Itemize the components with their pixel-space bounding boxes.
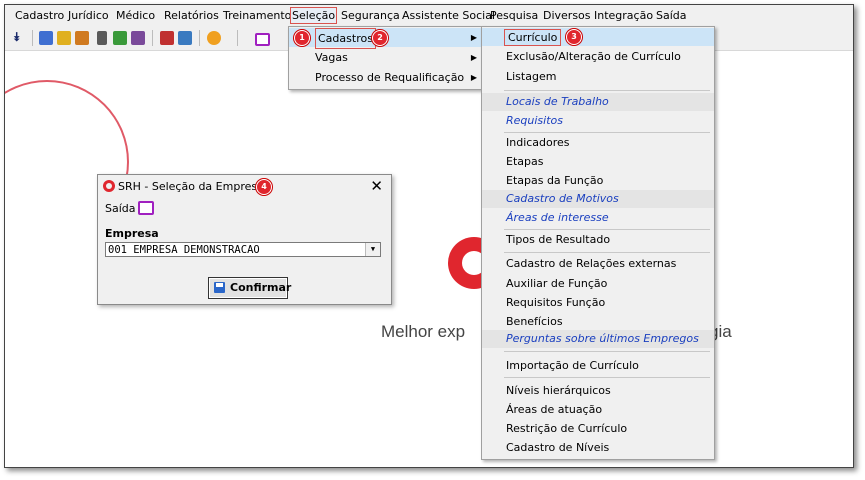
empresa-select-value: 001 EMPRESA DEMONSTRACAO: [108, 244, 260, 256]
menu-diversos[interactable]: Diversos: [543, 8, 591, 23]
menu-assistente-social[interactable]: Assistente Social: [402, 8, 495, 23]
menu-medico[interactable]: Médico: [116, 8, 155, 23]
menu-item-label: Cadastros: [315, 28, 376, 49]
menu-integracao[interactable]: Integração: [594, 8, 653, 23]
menu-item-etapas-funcao[interactable]: Etapas da Função: [482, 172, 714, 190]
people-search-icon[interactable]: [39, 31, 53, 45]
transport-icon[interactable]: [160, 31, 174, 45]
menu-relatorios[interactable]: Relatórios: [164, 8, 219, 23]
menu-item-restricao-curriculo[interactable]: Restrição de Currículo: [482, 420, 714, 438]
confirm-button[interactable]: Confirmar: [208, 277, 292, 299]
menu-separator: [504, 229, 710, 230]
menu-item-cadastro-niveis[interactable]: Cadastro de Níveis: [482, 439, 714, 457]
menu-item-auxiliar-funcao[interactable]: Auxiliar de Função: [482, 275, 714, 293]
menu-item-curriculo[interactable]: Currículo: [482, 28, 714, 46]
menu-item-importacao-curriculo[interactable]: Importação de Currículo: [482, 357, 714, 375]
submenu-arrow-icon: ▶: [470, 33, 477, 42]
toolbar-separator: [237, 30, 238, 46]
chevron-down-icon[interactable]: ▼: [365, 243, 380, 256]
toolbar-separator: [152, 30, 153, 46]
saida-link[interactable]: Saída: [105, 202, 136, 215]
background-tagline-left: Melhor exp: [381, 322, 466, 341]
submenu-arrow-icon: ▶: [470, 53, 477, 62]
menu-separator: [504, 90, 710, 91]
document-icon[interactable]: [75, 31, 89, 45]
menu-item-areas-atuacao[interactable]: Áreas de atuação: [482, 401, 714, 419]
menu-separator: [504, 351, 710, 352]
menu-cadastro[interactable]: Cadastro: [15, 8, 64, 23]
chart-icon[interactable]: [113, 31, 127, 45]
menu-bar: Cadastro Jurídico Médico Relatórios Trei…: [5, 5, 853, 26]
organization-icon[interactable]: [178, 31, 192, 45]
calculator-icon[interactable]: [97, 31, 107, 45]
menu-item-exclusao-alteracao-curriculo[interactable]: Exclusão/Alteração de Currículo: [482, 48, 714, 66]
menu-item-label: Vagas: [315, 51, 348, 64]
menu-item-etapas[interactable]: Etapas: [482, 153, 714, 171]
menu-item-requisitos[interactable]: Requisitos: [482, 112, 714, 130]
toolbar-separator: [32, 30, 33, 46]
empresa-label: Empresa: [105, 227, 159, 240]
step-badge: 2: [372, 30, 388, 46]
app-logo-icon: [103, 180, 115, 192]
menu-separator: [504, 377, 710, 378]
selecao-dropdown-menu: Cadastros ▶ Vagas ▶ Processo de Requalif…: [288, 26, 484, 90]
menu-treinamento[interactable]: Treinamento: [223, 8, 291, 23]
menu-item-beneficios[interactable]: Benefícios: [482, 313, 714, 331]
menu-item-perguntas-ultimos-empregos[interactable]: Perguntas sobre últimos Empregos: [482, 330, 714, 348]
submenu-arrow-icon: ▶: [470, 73, 477, 82]
close-icon[interactable]: ✕: [370, 177, 383, 195]
collapse-arrow-icon[interactable]: ⯯: [13, 31, 27, 45]
menu-pesquisa[interactable]: Pesquisa: [490, 8, 538, 23]
menu-item-processo-requalificacao[interactable]: Processo de Requalificação ▶: [289, 68, 483, 87]
dialog-title: SRH - Seleção da Empresa: [118, 180, 264, 193]
step-badge: 1: [294, 30, 310, 46]
menu-separator: [504, 132, 710, 133]
menu-item-listagem[interactable]: Listagem: [482, 68, 714, 86]
step-badge: 3: [566, 29, 582, 45]
step-badge: 4: [256, 179, 272, 195]
company-selection-dialog: SRH - Seleção da Empresa 4 ✕ Saída Empre…: [97, 174, 392, 305]
menu-item-indicadores[interactable]: Indicadores: [482, 134, 714, 152]
menu-item-cadastro-motivos[interactable]: Cadastro de Motivos: [482, 190, 714, 208]
toolbar-separator: [199, 30, 200, 46]
empresa-select[interactable]: 001 EMPRESA DEMONSTRACAO ▼: [105, 242, 381, 257]
menu-juridico[interactable]: Jurídico: [68, 8, 109, 23]
menu-item-relacoes-externas[interactable]: Cadastro de Relações externas: [482, 255, 714, 273]
confirm-label: Confirmar: [230, 281, 292, 294]
exit-screen-icon[interactable]: [138, 201, 154, 215]
exit-screen-icon[interactable]: [255, 33, 270, 46]
menu-seguranca[interactable]: Segurança: [341, 8, 400, 23]
menu-item-label: Processo de Requalificação: [315, 71, 465, 84]
menu-item-locais-trabalho[interactable]: Locais de Trabalho: [482, 93, 714, 111]
menu-item-requisitos-funcao[interactable]: Requisitos Função: [482, 294, 714, 312]
cadastros-dropdown-menu: Currículo 3 Exclusão/Alteração de Curríc…: [481, 26, 715, 460]
menu-separator: [504, 252, 710, 253]
menu-item-areas-interesse[interactable]: Áreas de interesse: [482, 209, 714, 227]
report-icon[interactable]: [131, 31, 145, 45]
menu-item-vagas[interactable]: Vagas ▶: [289, 48, 483, 67]
menu-item-tipos-resultado[interactable]: Tipos de Resultado: [482, 231, 714, 249]
menu-selecao[interactable]: Seleção: [290, 7, 338, 24]
menu-saida[interactable]: Saída: [656, 8, 687, 23]
candidate-icon[interactable]: [57, 31, 71, 45]
application-window: Melhor exp gia Cadastro Jurídico Médico …: [4, 4, 854, 468]
save-icon: [214, 282, 225, 293]
pie-chart-icon[interactable]: [207, 31, 221, 45]
menu-item-niveis-hierarquicos[interactable]: Níveis hierárquicos: [482, 382, 714, 400]
